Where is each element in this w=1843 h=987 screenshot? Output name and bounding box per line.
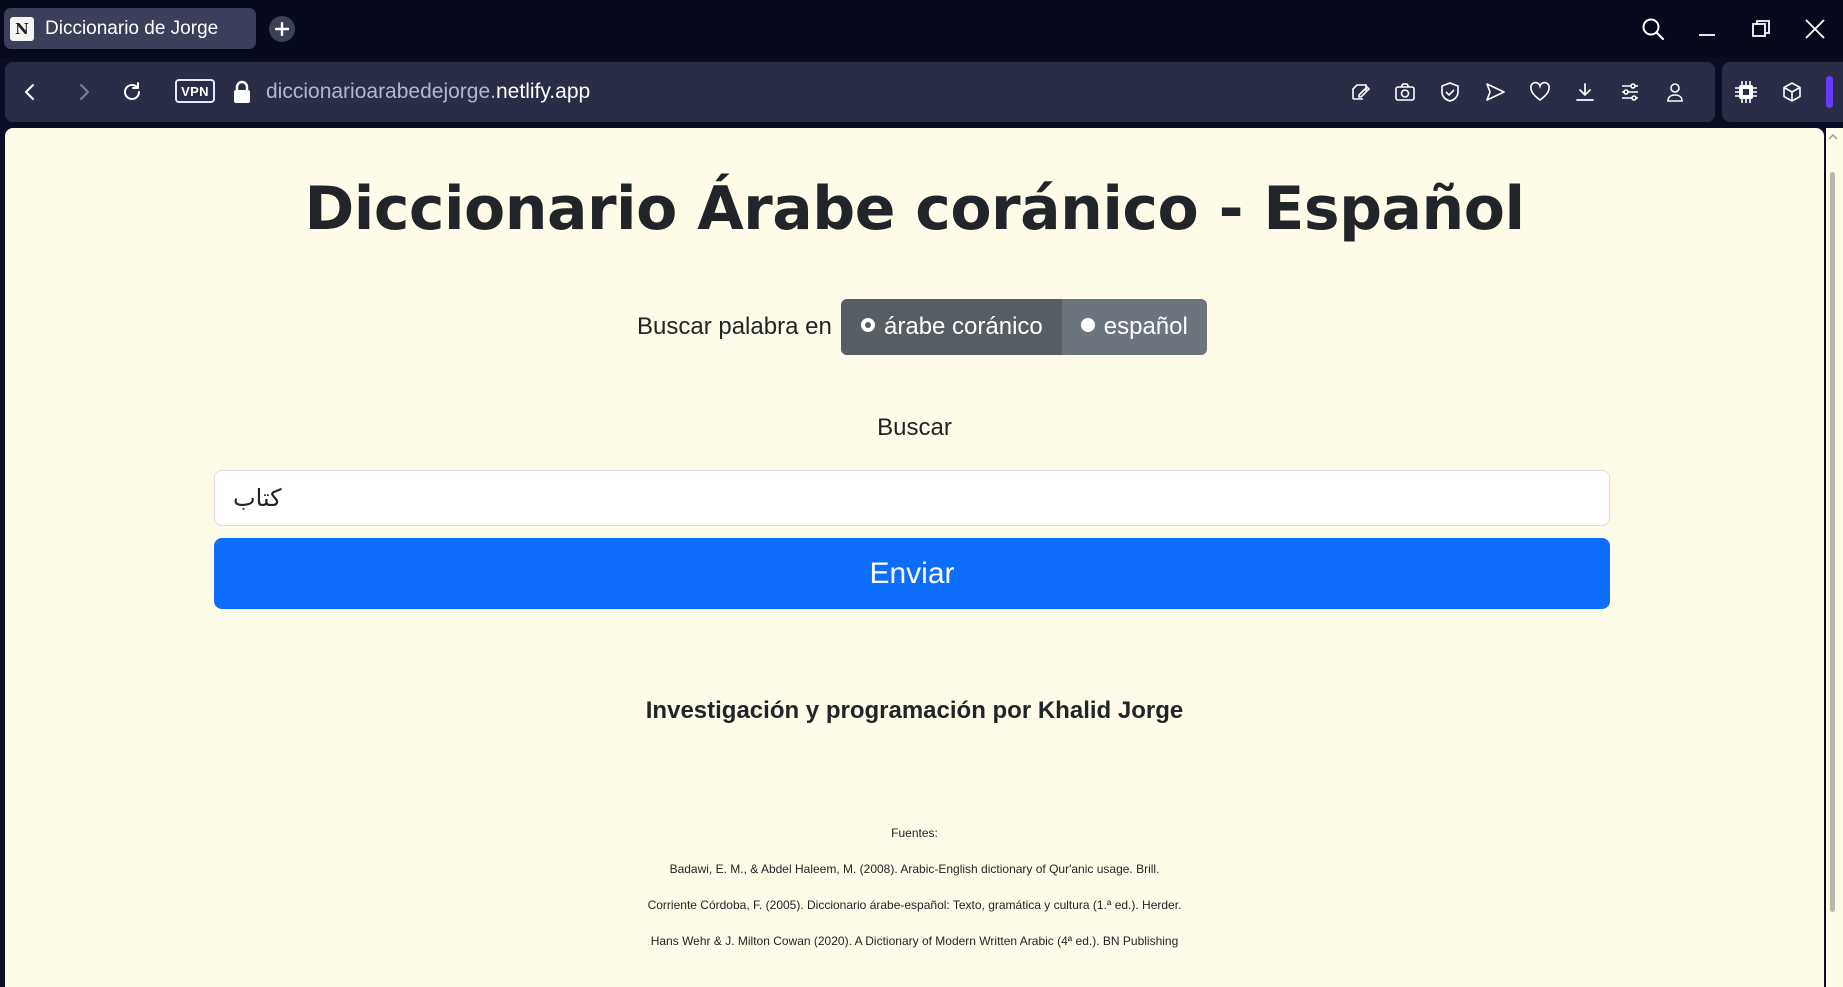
sidebar-accent (1826, 76, 1833, 108)
new-tab-button[interactable] (269, 16, 295, 42)
forward-button[interactable] (67, 75, 101, 109)
source-item: Hans Wehr & J. Milton Cowan (2020). A Di… (650, 934, 1179, 948)
option-arabic-label: árabe coránico (884, 313, 1043, 340)
search-icon (1642, 18, 1664, 40)
shield-icon[interactable] (1436, 78, 1464, 106)
url-subdomain: diccionarioarabedejorge. (266, 80, 496, 103)
edit-page-icon[interactable] (1346, 78, 1374, 106)
search-language-row: Buscar palabra en árabe coránico español (5, 299, 1824, 355)
url-field[interactable]: diccionarioarabedejorge.netlify.app (266, 80, 590, 104)
profile-icon[interactable] (1661, 78, 1689, 106)
vpn-badge[interactable]: VPN (175, 79, 215, 103)
close-window-button[interactable] (1798, 12, 1832, 46)
search-label: Buscar (877, 414, 952, 441)
tab-favicon: N (10, 16, 34, 41)
scroll-thumb[interactable] (1830, 172, 1835, 912)
settings-sliders-icon[interactable] (1616, 78, 1644, 106)
heart-icon[interactable] (1526, 78, 1554, 106)
browser-tab[interactable]: N Diccionario de Jorge (4, 8, 256, 49)
radio-checked-icon (861, 318, 875, 332)
page-title: Diccionario Árabe coránico - Español (304, 174, 1525, 244)
camera-icon[interactable] (1391, 78, 1419, 106)
cube-icon[interactable] (1778, 78, 1806, 106)
sources-title: Fuentes: (891, 826, 938, 840)
source-item: Badawi, E. M., & Abdel Haleem, M. (2008)… (669, 862, 1160, 876)
send-icon[interactable] (1481, 78, 1509, 106)
plus-icon (275, 22, 289, 36)
reload-button[interactable] (115, 75, 149, 109)
credit-text: Investigación y programación por Khalid … (645, 697, 1184, 724)
back-arrow-icon (25, 84, 34, 100)
download-icon[interactable] (1571, 78, 1599, 106)
option-arabic-coranico[interactable]: árabe coránico (841, 299, 1062, 355)
scroll-up-arrow-icon[interactable] (1828, 132, 1838, 142)
close-icon (1805, 19, 1825, 39)
page-scrollbar[interactable] (1826, 128, 1843, 987)
option-espanol[interactable]: español (1061, 299, 1207, 355)
option-espanol-label: español (1103, 313, 1188, 340)
address-bar: VPN diccionarioarabedejorge.netlify.app (5, 62, 1715, 122)
source-item: Corriente Córdoba, F. (2005). Diccionari… (647, 898, 1182, 912)
url-host: netlify.app (496, 80, 591, 103)
search-input[interactable] (214, 470, 1610, 526)
extensions-bar (1722, 62, 1843, 122)
language-toggle-group: árabe coránico español (841, 299, 1207, 355)
forward-arrow-icon (80, 84, 89, 100)
minimize-button[interactable] (1690, 12, 1724, 46)
back-button[interactable] (13, 75, 47, 109)
restore-button[interactable] (1744, 12, 1778, 46)
tab-strip: N Diccionario de Jorge (0, 0, 1843, 58)
page-viewport: Diccionario Árabe coránico - Español Bus… (5, 128, 1824, 987)
lock-icon[interactable] (231, 79, 253, 105)
restore-icon (1752, 20, 1770, 37)
submit-button[interactable]: Enviar (214, 538, 1610, 609)
minimize-icon (1699, 34, 1715, 36)
search-tabs-button[interactable] (1636, 12, 1670, 46)
tab-title: Diccionario de Jorge (45, 17, 219, 39)
chip-icon[interactable] (1732, 78, 1760, 106)
search-language-label: Buscar palabra en (637, 313, 832, 340)
reload-icon (124, 82, 140, 100)
radio-unchecked-icon (1080, 318, 1095, 332)
